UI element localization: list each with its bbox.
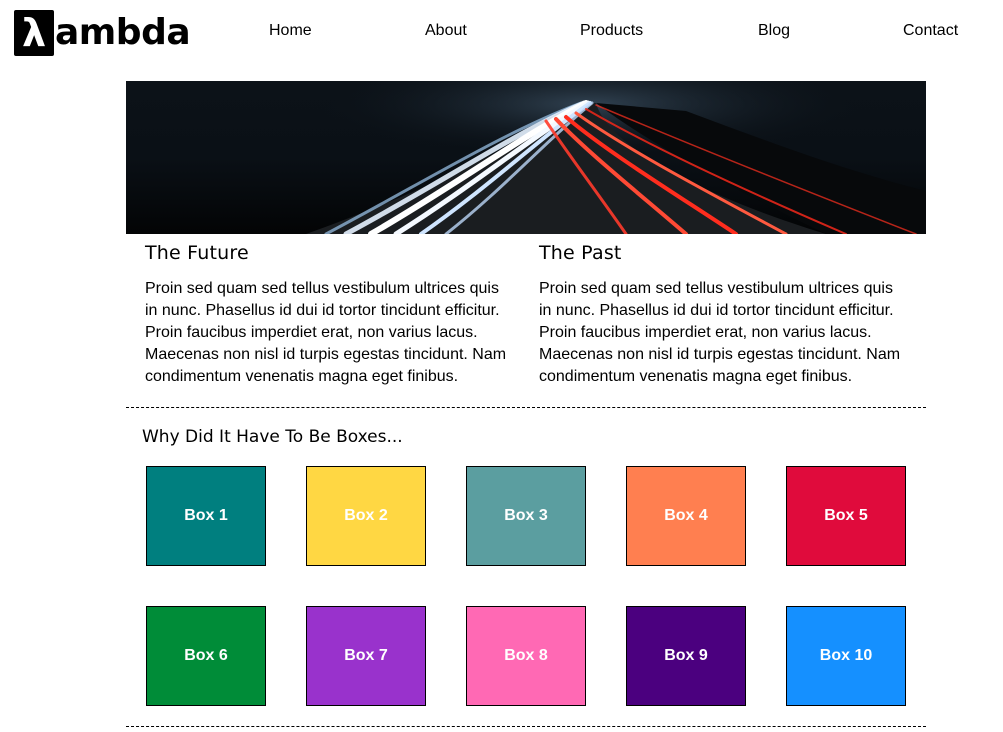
section-divider-bottom — [126, 726, 926, 727]
box-3: Box 3 — [466, 466, 586, 566]
nav-link-blog[interactable]: Blog — [758, 22, 790, 40]
column-title-the-past: The Past — [539, 242, 622, 264]
box-4: Box 4 — [626, 466, 746, 566]
nav-link-about[interactable]: About — [425, 22, 467, 40]
boxes-section-title: Why Did It Have To Be Boxes... — [142, 427, 403, 447]
lambda-logo-text: ambda — [55, 12, 191, 53]
box-7: Box 7 — [306, 606, 426, 706]
box-6: Box 6 — [146, 606, 266, 706]
box-2: Box 2 — [306, 466, 426, 566]
nav-link-contact[interactable]: Contact — [903, 22, 958, 40]
box-10: Box 10 — [786, 606, 906, 706]
column-the-past: The Past Proin sed quam sed tellus vesti… — [539, 240, 909, 388]
box-8: Box 8 — [466, 606, 586, 706]
column-title-the-future: The Future — [145, 242, 249, 264]
lambda-logo-symbol: λ — [14, 10, 54, 56]
nav-link-products[interactable]: Products — [580, 22, 643, 40]
column-the-future: The Future Proin sed quam sed tellus ves… — [145, 240, 515, 388]
highway-light-trails-illustration — [126, 81, 926, 234]
site-header: λ ambda Home About Products Blog Contact — [0, 0, 1003, 80]
box-9: Box 9 — [626, 606, 746, 706]
nav-link-home[interactable]: Home — [269, 22, 312, 40]
hero-image — [126, 81, 926, 234]
column-text-the-future: Proin sed quam sed tellus vestibulum ult… — [145, 280, 507, 385]
column-text-the-past: Proin sed quam sed tellus vestibulum ult… — [539, 280, 901, 385]
box-5: Box 5 — [786, 466, 906, 566]
lambda-logo[interactable]: λ ambda — [14, 10, 191, 56]
box-1: Box 1 — [146, 466, 266, 566]
section-divider — [126, 407, 926, 408]
